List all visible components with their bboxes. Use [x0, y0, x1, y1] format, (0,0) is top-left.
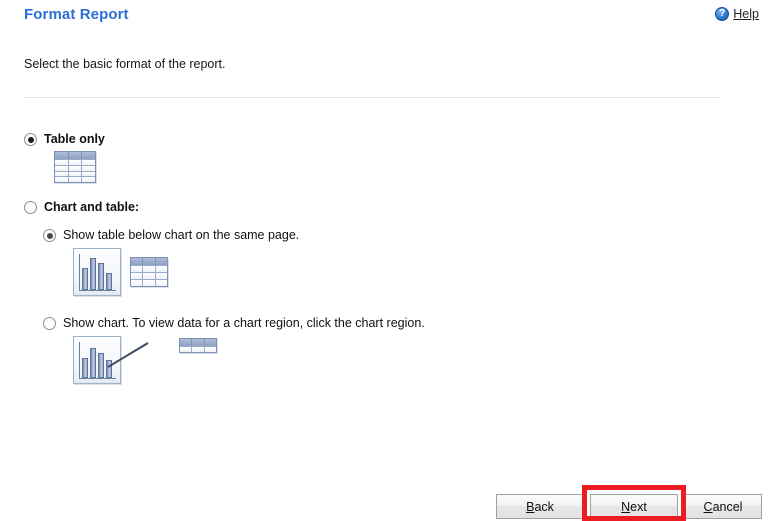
suboption-show-chart-drilldown[interactable]: Show chart. To view data for a chart reg… — [43, 316, 724, 384]
help-link[interactable]: ? Help — [715, 7, 759, 21]
format-options-group: Table only Chart and table: Show table b… — [24, 132, 724, 384]
next-button-label: Next — [621, 499, 647, 514]
option-chart-and-table-label: Chart and table: — [44, 200, 140, 214]
callout-line-icon — [107, 342, 149, 368]
chart-and-table-icon-wrap — [73, 248, 724, 296]
next-button[interactable]: Next — [590, 494, 678, 519]
table-icon-wrap — [54, 151, 724, 183]
cancel-button[interactable]: Cancel — [684, 494, 762, 519]
option-chart-and-table[interactable]: Chart and table: Show table below chart … — [24, 200, 724, 384]
back-button[interactable]: Back — [496, 494, 584, 519]
chart-with-callout-table-icon-wrap — [73, 336, 724, 384]
option-table-only[interactable]: Table only — [24, 132, 724, 183]
radio-table-below-chart[interactable] — [43, 229, 56, 242]
radio-show-chart-drilldown[interactable] — [43, 317, 56, 330]
wizard-button-row: Back Next Cancel — [0, 494, 777, 521]
mini-table-icon — [179, 338, 217, 353]
instruction-text: Select the basic format of the report. — [24, 57, 226, 71]
table-icon — [130, 257, 168, 287]
page-title: Format Report — [24, 6, 129, 23]
radio-table-only[interactable] — [24, 133, 37, 146]
cancel-button-label: Cancel — [703, 499, 743, 514]
bar-chart-icon — [73, 248, 121, 296]
suboption-table-below-chart[interactable]: Show table below chart on the same page. — [43, 228, 724, 296]
question-circle-icon: ? — [715, 7, 730, 21]
back-button-label: Back — [526, 499, 554, 514]
suboption-show-chart-drilldown-label: Show chart. To view data for a chart reg… — [63, 316, 425, 330]
suboption-table-below-chart-label: Show table below chart on the same page. — [63, 228, 300, 242]
radio-chart-and-table[interactable] — [24, 201, 37, 214]
header-divider — [24, 97, 720, 98]
option-table-only-label: Table only — [44, 132, 105, 146]
help-link-label: Help — [733, 7, 759, 21]
table-icon — [54, 151, 96, 183]
